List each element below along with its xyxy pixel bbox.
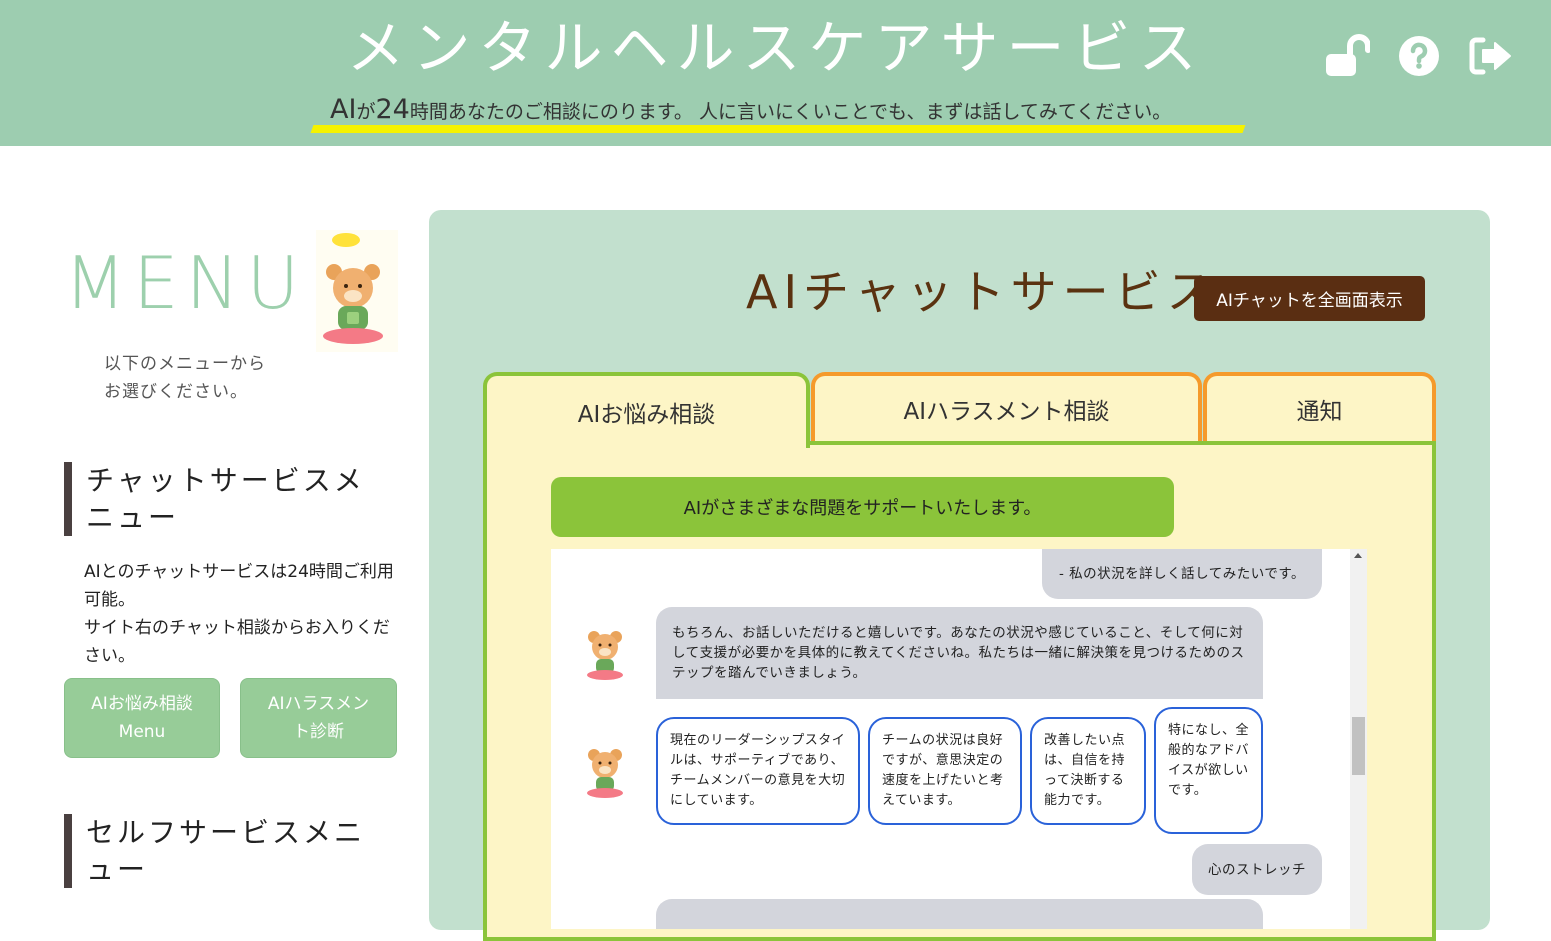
- ai-worry-menu-label-1: AIお悩み相談: [91, 694, 193, 714]
- user-message: 心のストレッチ: [1192, 844, 1322, 895]
- tagline-ai: AI: [330, 94, 357, 125]
- scroll-up-arrow-icon[interactable]: [1354, 553, 1362, 558]
- unlock-icon[interactable]: [1323, 34, 1371, 78]
- bear-avatar-icon: [583, 627, 627, 681]
- tagline-rest: あなたのご相談にのります。 人に言いにくいことでも、まずは話してみてください。: [447, 101, 1172, 123]
- tagline-ga: が: [356, 101, 376, 123]
- ai-worry-menu-label-2: Menu: [118, 722, 166, 742]
- menu-subtitle-line1: 以下のメニューから: [104, 354, 266, 374]
- menu-title: MENU: [64, 241, 307, 325]
- chat-service-title: AIチャットサービス: [746, 265, 1219, 319]
- ai-message: もちろん、お話しいただけると嬉しいです。あなたの状況や感じていること、そして何に…: [656, 607, 1263, 699]
- chat-service-desc-line1: AIとのチャットサービスは24時間ご利用可能。: [84, 562, 394, 610]
- header-actions: [1323, 34, 1515, 78]
- help-icon[interactable]: [1395, 34, 1443, 78]
- ai-message-partial: [656, 899, 1263, 929]
- bear-mascot-image: [316, 230, 398, 352]
- support-banner: AIがさまざまな問題をサポートいたします。: [551, 477, 1174, 537]
- chat-log[interactable]: - 私の状況を詳しく話してみたいです。 もちろん、お話しいただけると嬉しいです。…: [551, 549, 1367, 929]
- ai-worry-menu-button[interactable]: AIお悩み相談 Menu: [64, 678, 220, 758]
- site-header: メンタルヘルスケアサービス AIが24時間あなたのご相談にのります。 人に言いに…: [0, 0, 1551, 146]
- menu-subtitle: 以下のメニューから お選びください。: [104, 350, 266, 406]
- tab-ai-worry-consultation[interactable]: AIお悩み相談: [483, 372, 810, 448]
- reply-option[interactable]: チームの状況は良好ですが、意思決定の速度を上げたいと考えています。: [868, 717, 1022, 825]
- site-title: メンタルヘルスケアサービス: [346, 14, 1205, 82]
- chat-scrollbar[interactable]: [1350, 549, 1367, 929]
- ai-harassment-diagnosis-button[interactable]: AIハラスメン ト診断: [240, 678, 397, 758]
- tagline-jikan: 時間: [409, 101, 448, 123]
- reply-option[interactable]: 改善したい点は、自信を持って決断する能力です。: [1030, 717, 1146, 825]
- ai-harassment-label-1: AIハラスメン: [267, 694, 370, 714]
- tagline-24: 24: [375, 94, 410, 125]
- user-message: - 私の状況を詳しく話してみたいです。: [1042, 549, 1322, 599]
- scrollbar-thumb[interactable]: [1352, 717, 1365, 775]
- tagline-text: AIが24時間あなたのご相談にのります。 人に言いにくいことでも、まずは話してみ…: [330, 92, 1171, 130]
- self-service-menu-heading: セルフサービスメニュー: [64, 814, 394, 888]
- menu-subtitle-line2: お選びください。: [104, 382, 248, 402]
- tab-notifications[interactable]: 通知: [1203, 372, 1436, 442]
- tab-ai-harassment-consultation[interactable]: AIハラスメント相談: [811, 372, 1202, 442]
- reply-option[interactable]: 特になし、全般的なアドバイスが欲しいです。: [1154, 707, 1263, 834]
- chat-service-description: AIとのチャットサービスは24時間ご利用可能。 サイト右のチャット相談からお入り…: [84, 558, 400, 670]
- chat-service-desc-line2: サイト右のチャット相談からお入りください。: [84, 618, 390, 666]
- bear-avatar-icon: [583, 745, 627, 799]
- ai-harassment-label-2: ト診断: [293, 722, 344, 742]
- reply-option[interactable]: 現在のリーダーシップスタイルは、サポーティブであり、チームメンバーの意見を大切に…: [656, 717, 860, 825]
- fullscreen-chat-button[interactable]: AIチャットを全画面表示: [1194, 276, 1425, 321]
- logout-icon[interactable]: [1467, 34, 1515, 78]
- tagline: AIが24時間あなたのご相談にのります。 人に言いにくいことでも、まずは話してみ…: [310, 92, 1246, 133]
- chat-service-menu-heading: チャットサービスメニュー: [64, 462, 394, 536]
